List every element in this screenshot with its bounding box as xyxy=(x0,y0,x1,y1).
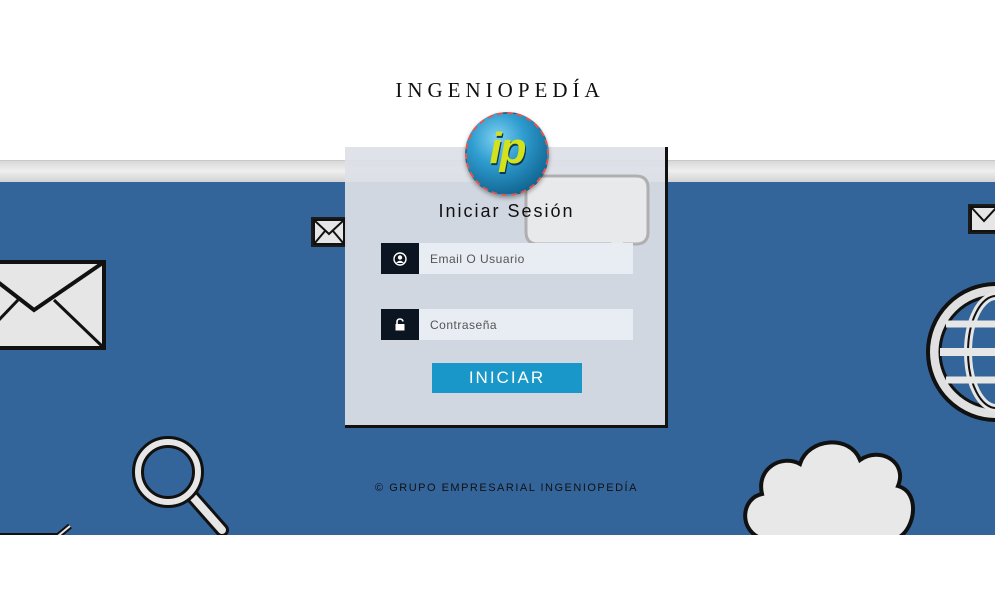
envelope-icon xyxy=(968,204,995,234)
password-input[interactable] xyxy=(419,309,633,340)
login-title: Iniciar Sesión xyxy=(438,201,575,221)
globe-icon xyxy=(926,282,995,422)
login-button[interactable]: INICIAR xyxy=(432,363,582,393)
brand-title: INGENIOPEDÍA xyxy=(395,78,605,102)
username-input[interactable] xyxy=(419,243,633,274)
padlock-icon xyxy=(381,309,419,340)
envelope-icon xyxy=(0,260,106,350)
user-circle-icon xyxy=(381,243,419,274)
brand-logo: ip xyxy=(465,112,549,196)
device-icon xyxy=(0,523,72,535)
copyright-text: © GRUPO EMPRESARIAL INGENIOPEDÍA xyxy=(375,482,638,494)
envelope-icon xyxy=(311,217,347,247)
logo-letters: ip xyxy=(489,124,526,173)
